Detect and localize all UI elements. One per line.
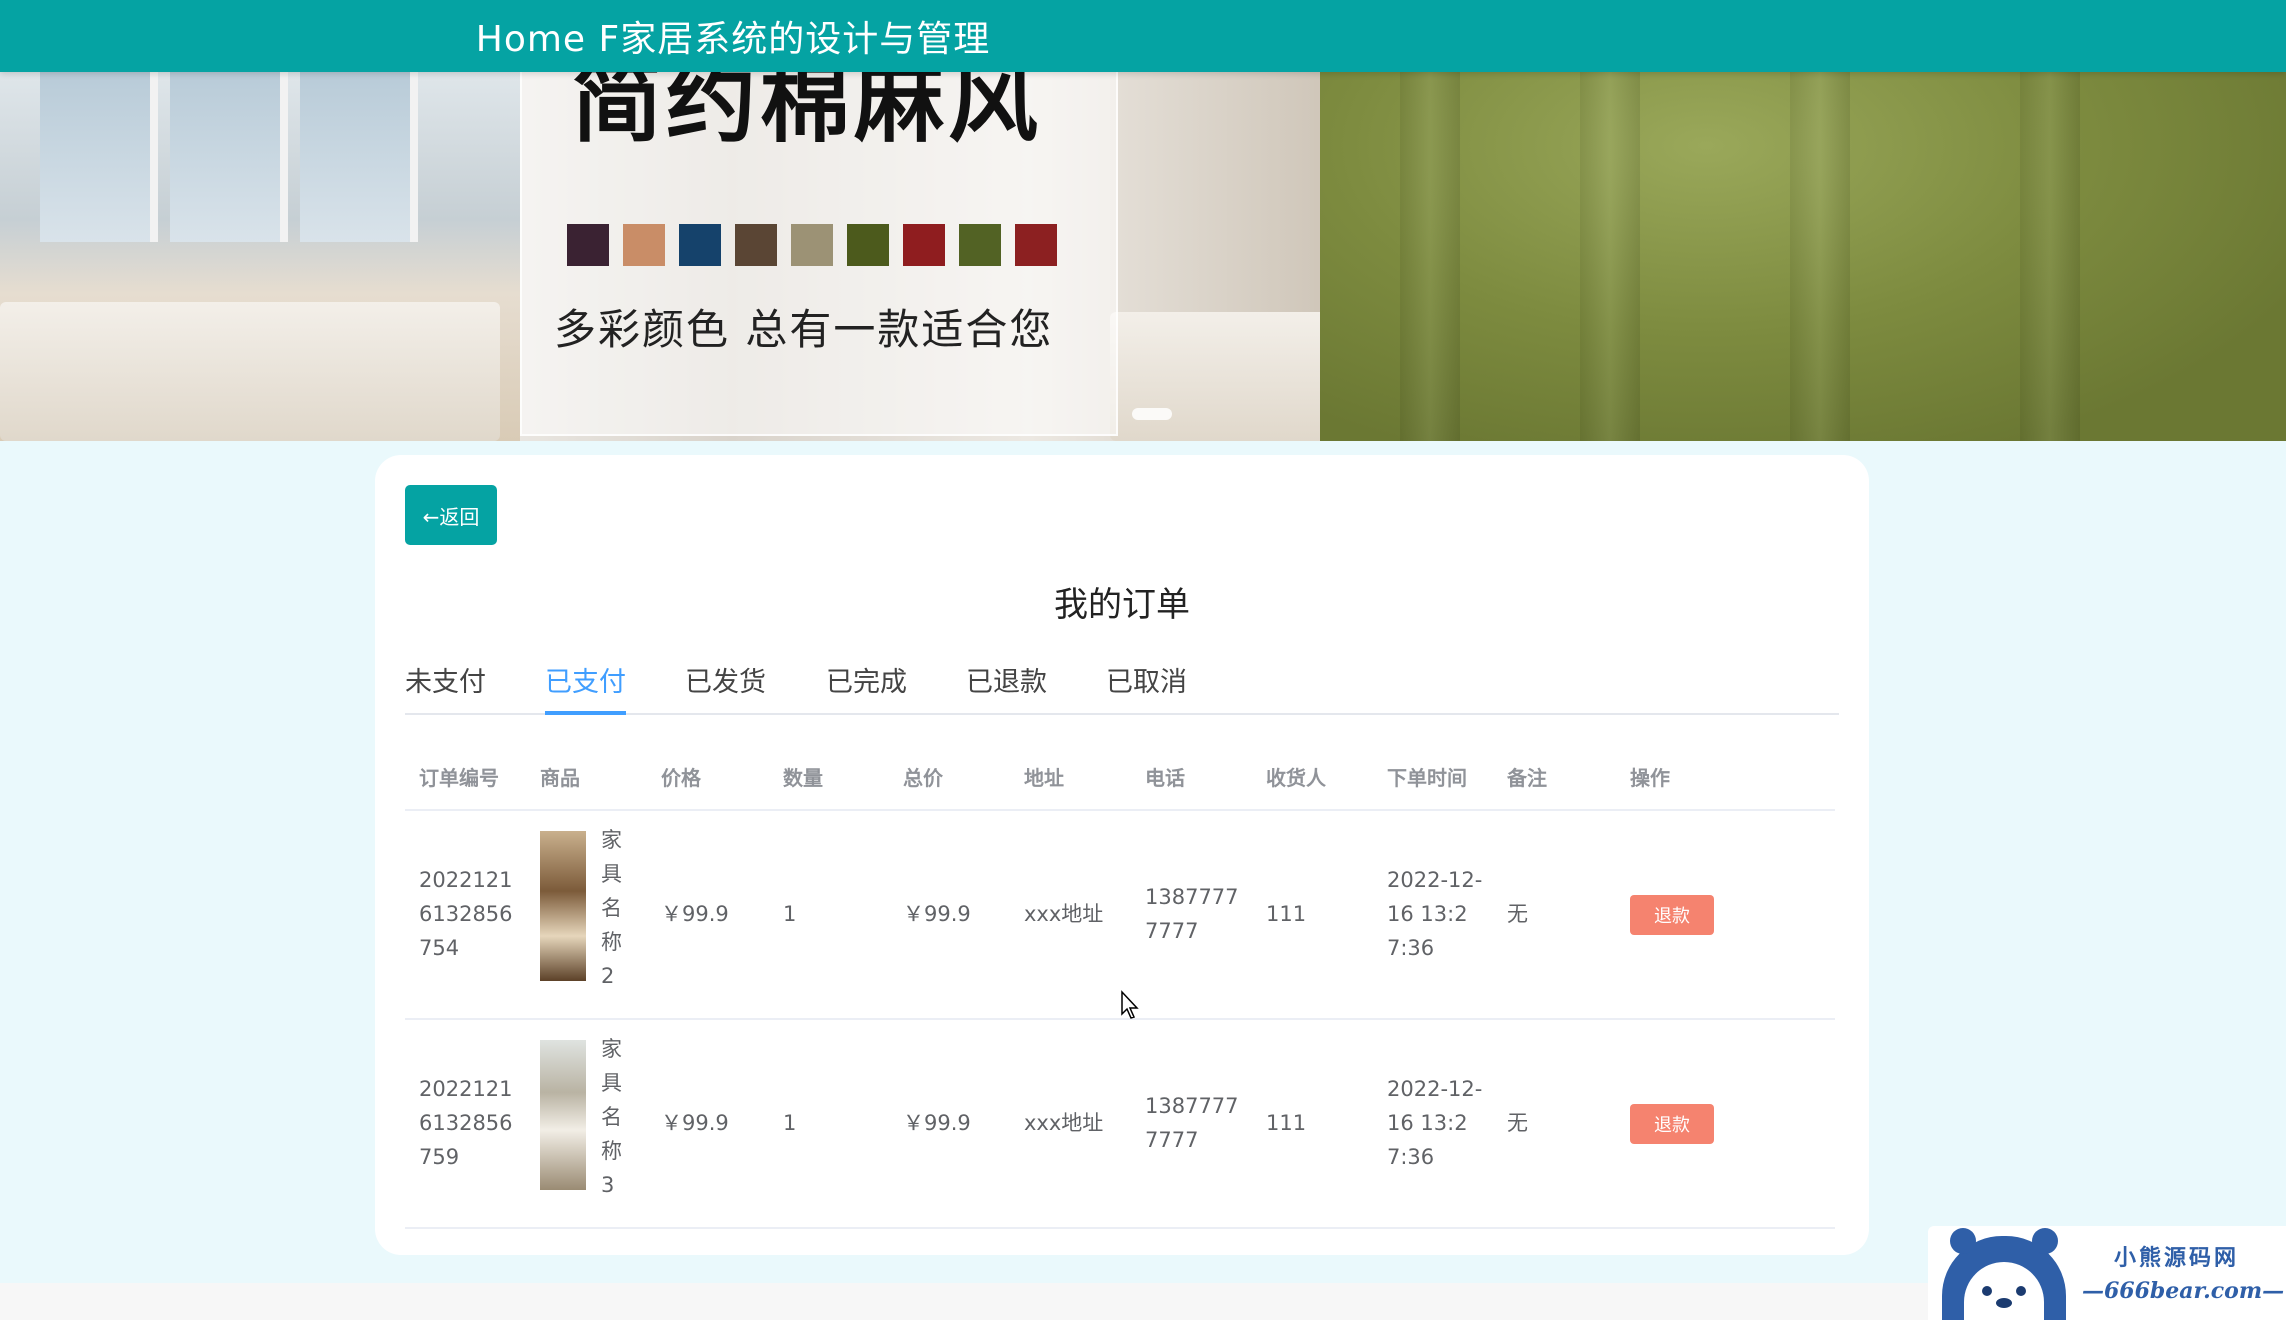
order-total: ￥99.9 (903, 1111, 971, 1135)
page-title: 我的订单 (1054, 585, 1190, 625)
color-swatch (679, 224, 721, 266)
col-order-id: 订单编号 (419, 766, 499, 790)
col-price: 价格 (661, 766, 701, 790)
product-name: 家具名称3 (601, 1037, 622, 1197)
col-address: 地址 (1024, 766, 1064, 790)
color-swatch (735, 224, 777, 266)
col-order-time: 下单时间 (1387, 766, 1467, 790)
color-swatch (567, 224, 609, 266)
product-thumbnail (540, 831, 586, 981)
product-thumbnail (540, 1040, 586, 1190)
color-swatch (903, 224, 945, 266)
bear-logo-icon (1942, 1228, 2066, 1320)
order-phone: 13877777777 (1145, 885, 1239, 943)
order-time: 2022-12-16 13:27:36 (1387, 868, 1483, 960)
refund-button[interactable]: 退款 (1630, 1104, 1714, 1144)
app-header: Home F家居系统的设计与管理 (0, 0, 2286, 72)
table-row: 20221216132856759 家具名称3 ￥99.9 1 ￥99.9 xx… (405, 1020, 1835, 1229)
order-price: ￥99.9 (661, 1111, 729, 1135)
tab-shipped[interactable]: 已发货 (685, 663, 766, 711)
back-button[interactable]: ←返回 (405, 485, 497, 545)
col-phone: 电话 (1145, 766, 1185, 790)
banner-bed (1110, 312, 1340, 441)
table-row: 20221216132856754 家具名称2 ￥99.9 1 ￥99.9 xx… (405, 811, 1835, 1020)
order-id: 20221216132856754 (419, 868, 513, 960)
order-address: xxx地址 (1024, 1111, 1104, 1135)
order-phone: 13877777777 (1145, 1094, 1239, 1152)
order-card: ←返回 我的订单 未支付 已支付 已发货 已完成 已退款 已取消 订单编号 商品… (375, 455, 1869, 1255)
banner-room-scene (0, 72, 520, 441)
col-receiver: 收货人 (1266, 766, 1326, 790)
order-qty: 1 (783, 902, 797, 926)
color-swatch (791, 224, 833, 266)
banner-curtain (1320, 72, 2286, 441)
order-receiver: 111 (1266, 902, 1307, 926)
order-receiver: 111 (1266, 1111, 1307, 1135)
app-title: Home F家居系统的设计与管理 (475, 19, 991, 60)
col-note: 备注 (1507, 766, 1547, 790)
mouse-cursor-icon (1121, 990, 1139, 1019)
order-note: 无 (1507, 902, 1528, 926)
order-table: 订单编号 商品 价格 数量 总价 地址 电话 收货人 下单时间 备注 操作 20… (405, 747, 1835, 1229)
banner-slogan: 多彩颜色 总有一款适合您 (554, 305, 1054, 354)
color-swatches (567, 224, 1057, 266)
order-qty: 1 (783, 1111, 797, 1135)
banner-promo-card: 简约棉麻风 多彩颜色 总有一款适合您 (520, 72, 1118, 436)
col-actions: 操作 (1630, 766, 1670, 790)
tab-paid[interactable]: 已支付 (545, 663, 626, 715)
table-header: 订单编号 商品 价格 数量 总价 地址 电话 收货人 下单时间 备注 操作 (405, 747, 1835, 811)
order-price: ￥99.9 (661, 902, 729, 926)
order-status-tabs: 未支付 已支付 已发货 已完成 已退款 已取消 (405, 663, 1839, 715)
carousel-indicator[interactable] (1132, 408, 1172, 420)
order-note: 无 (1507, 1111, 1528, 1135)
tab-cancelled[interactable]: 已取消 (1106, 663, 1187, 711)
col-total: 总价 (903, 766, 943, 790)
order-total: ￥99.9 (903, 902, 971, 926)
watermark-logo: 小熊源码网 —666bear.com— (1928, 1226, 2286, 1320)
color-swatch (1015, 224, 1057, 266)
col-product: 商品 (540, 766, 580, 790)
refund-button[interactable]: 退款 (1630, 895, 1714, 935)
col-qty: 数量 (783, 766, 823, 790)
order-address: xxx地址 (1024, 902, 1104, 926)
color-swatch (959, 224, 1001, 266)
order-id: 20221216132856759 (419, 1077, 513, 1169)
tab-refunded[interactable]: 已退款 (966, 663, 1047, 711)
watermark-url: —666bear.com— (2082, 1278, 2285, 1304)
product-name: 家具名称2 (601, 828, 622, 988)
order-time: 2022-12-16 13:27:36 (1387, 1077, 1483, 1169)
banner-carousel[interactable]: 简约棉麻风 多彩颜色 总有一款适合您 (0, 72, 2286, 441)
tab-unpaid[interactable]: 未支付 (405, 663, 486, 711)
color-swatch (847, 224, 889, 266)
tab-completed[interactable]: 已完成 (826, 663, 907, 711)
color-swatch (623, 224, 665, 266)
banner-headline: 简约棉麻风 (572, 72, 1042, 155)
watermark-name: 小熊源码网 (2114, 1245, 2240, 1271)
